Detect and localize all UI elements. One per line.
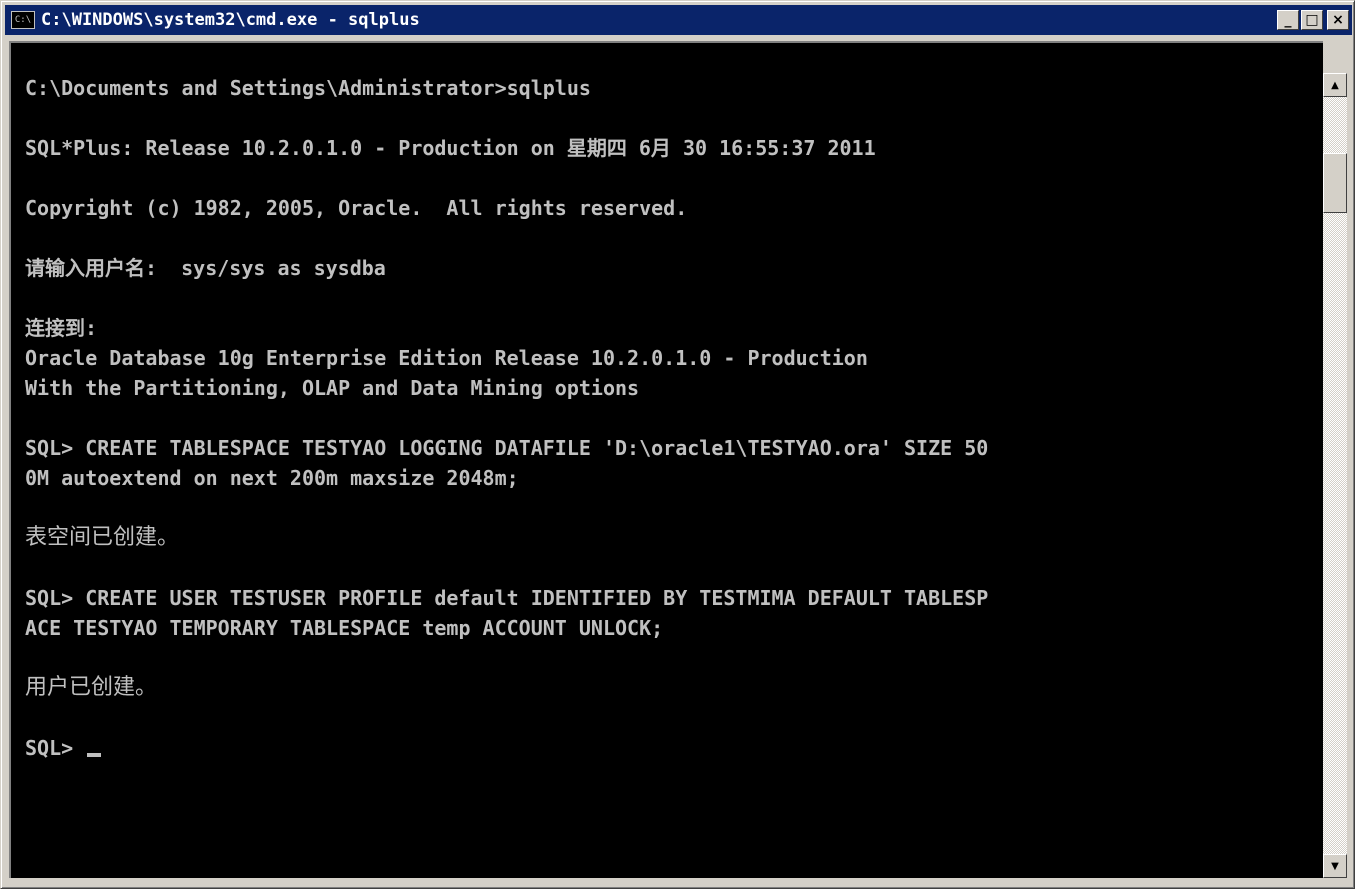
- console-line: With the Partitioning, OLAP and Data Min…: [25, 376, 640, 400]
- console-line: SQL*Plus: Release 10.2.0.1.0 - Productio…: [25, 136, 876, 160]
- console-app-icon[interactable]: C:\: [11, 11, 35, 29]
- close-button[interactable]: ×: [1327, 10, 1349, 30]
- console-line: 表空间已创建。: [25, 525, 180, 550]
- text-cursor: [87, 753, 102, 757]
- triangle-up-icon: ▲: [1331, 79, 1339, 91]
- maximize-button[interactable]: □: [1301, 10, 1323, 30]
- scroll-thumb[interactable]: [1323, 153, 1347, 213]
- console-line: Oracle Database 10g Enterprise Edition R…: [25, 346, 868, 370]
- vertical-scrollbar[interactable]: ▲ ▼: [1323, 73, 1347, 878]
- console-line: C:\Documents and Settings\Administrator>…: [25, 76, 591, 100]
- console-line: 0M autoextend on next 200m maxsize 2048m…: [25, 466, 519, 490]
- console-line: 用户已创建。: [25, 675, 158, 700]
- console-line: SQL> CREATE TABLESPACE TESTYAO LOGGING D…: [25, 436, 989, 460]
- scroll-down-button[interactable]: ▼: [1323, 854, 1347, 878]
- window-title: C:\WINDOWS\system32\cmd.exe - sqlplus: [41, 10, 420, 30]
- scroll-up-button[interactable]: ▲: [1323, 73, 1347, 97]
- console-line: Copyright (c) 1982, 2005, Oracle. All ri…: [25, 196, 688, 220]
- sql-prompt: SQL>: [25, 736, 86, 760]
- console-line: 连接到:: [25, 316, 98, 340]
- window-controls: _ □ ×: [1277, 10, 1349, 30]
- title-bar[interactable]: C:\ C:\WINDOWS\system32\cmd.exe - sqlplu…: [5, 5, 1352, 35]
- minimize-button[interactable]: _: [1277, 10, 1299, 30]
- prompt-line[interactable]: SQL>: [25, 733, 988, 763]
- console-line: ACE TESTYAO TEMPORARY TABLESPACE temp AC…: [25, 616, 664, 640]
- console-line: 请输入用户名: sys/sys as sysdba: [25, 256, 386, 280]
- triangle-down-icon: ▼: [1331, 860, 1339, 872]
- console-lines: C:\Documents and Settings\Administrator>…: [25, 73, 988, 763]
- console-line: SQL> CREATE USER TESTUSER PROFILE defaul…: [25, 586, 989, 610]
- cmd-window: C:\ C:\WINDOWS\system32\cmd.exe - sqlplu…: [0, 0, 1355, 889]
